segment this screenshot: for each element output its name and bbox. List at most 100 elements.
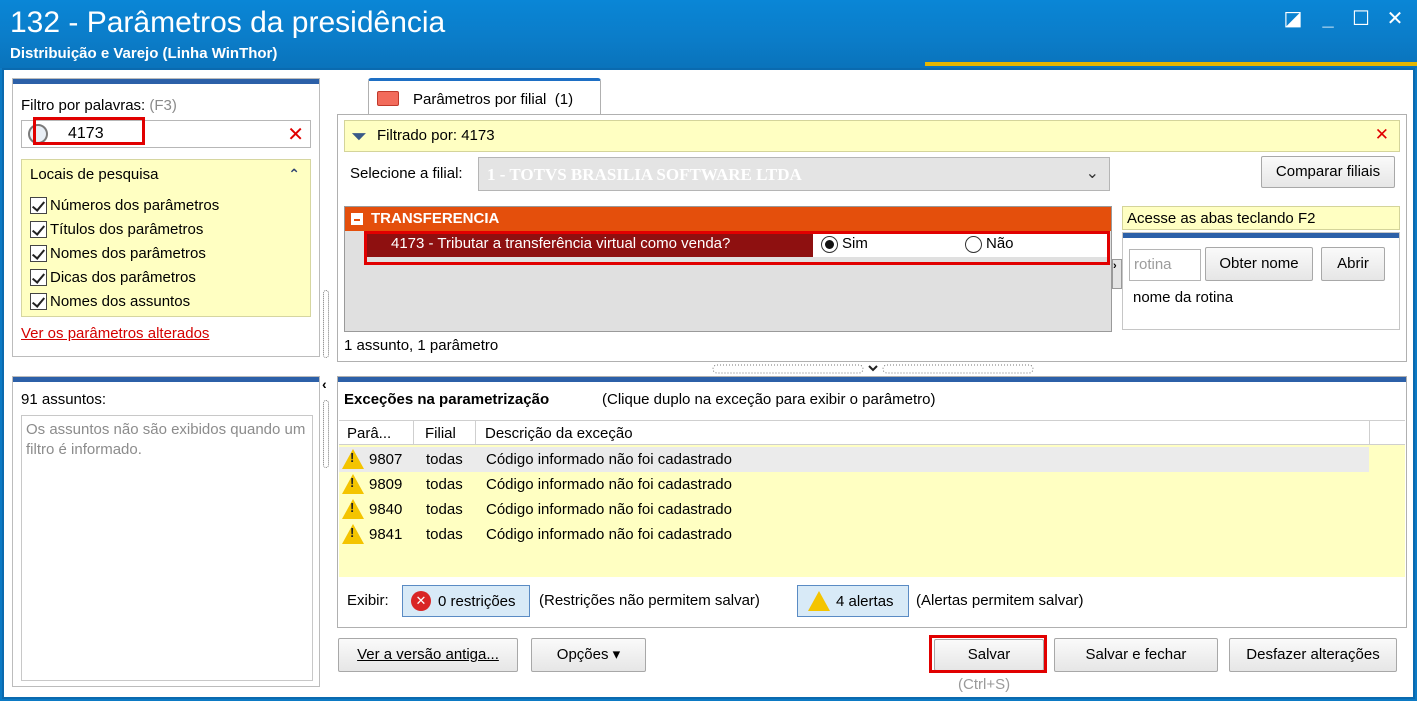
cell-description: Código informado não foi cadastrado [486,476,732,493]
panel-header-bar [13,79,319,84]
exceptions-table-header: Parâ... Filial Descrição da exceção [339,420,1405,445]
restore-icon[interactable]: ◪ [1278,6,1308,32]
clear-search-icon[interactable]: ✕ [287,122,304,147]
maximize-button[interactable]: ☐ [1346,6,1376,32]
column-separator [413,421,414,445]
cell-branch: todas [426,451,463,468]
open-button[interactable]: Abrir [1321,247,1385,281]
cell-description: Código informado não foi cadastrado [486,501,732,518]
params-count: 1 assunto, 1 parâmetro [344,337,499,354]
highlight-box-param [364,231,1110,265]
warning-mark: ! [350,525,355,540]
highlight-box-save [929,635,1047,673]
collapse-group-icon[interactable] [351,213,363,225]
checkbox-param-titles[interactable]: Títulos dos parâmetros [30,218,203,240]
save-close-button[interactable]: Salvar e fechar [1054,638,1218,672]
cell-param: 9809 [369,476,403,493]
warning-mark: ! [350,450,355,465]
search-locations-box: Locais de pesquisa ⌃ Números dos parâmet… [21,159,311,317]
cell-param: 9840 [369,501,403,518]
alerts-note: (Alertas permitem salvar) [916,592,1084,609]
checkbox-param-tips[interactable]: Dicas dos parâmetros [30,266,196,288]
column-separator [475,421,476,445]
params-panel: ⏷ Filtrado por: 4173 ✕ Selecione a filia… [337,114,1407,362]
splitter-grip[interactable] [323,290,329,358]
warning-mark: ! [350,500,355,515]
checkbox-icon[interactable] [30,292,47,310]
get-name-button[interactable]: Obter nome [1205,247,1313,281]
options-button[interactable]: Opções ▾ [531,638,646,672]
old-version-button[interactable]: Ver a versão antiga... [338,638,518,672]
panel-header-bar [1123,233,1399,238]
checkbox-icon[interactable] [30,268,47,286]
panel-header-bar [338,377,1406,382]
group-header[interactable]: TRANSFERENCIA [345,207,1111,231]
alerts-toggle[interactable]: 4 alertas [797,585,909,617]
column-param[interactable]: Parâ... [347,425,391,442]
horizontal-splitter[interactable] [712,363,1034,375]
cell-branch: todas [426,526,463,543]
filter-status-bar: ⏷ Filtrado por: 4173 ✕ [344,120,1400,152]
subjects-count: 91 assuntos: [21,391,107,408]
panel-header-bar [13,377,319,382]
subjects-list[interactable]: Os assuntos não são exibidos quando um f… [21,415,313,681]
undo-changes-button[interactable]: Desfazer alterações [1229,638,1397,672]
branch-select[interactable]: 1 - TOTVS BRASILIA SOFTWARE LTDA ⌄ [478,157,1110,191]
column-branch[interactable]: Filial [425,425,456,442]
checkbox-param-names[interactable]: Nomes dos parâmetros [30,242,206,264]
altered-params-link[interactable]: Ver os parâmetros alterados [21,325,209,342]
group-title: TRANSFERENCIA [371,210,500,227]
splitter-grip[interactable] [323,400,329,468]
cell-description: Código informado não foi cadastrado [486,451,732,468]
table-row[interactable]: ! 9807 todas Código informado não foi ca… [339,447,1369,472]
table-row[interactable]: ! 9840 todas Código informado não foi ca… [339,497,1369,522]
chevron-left-icon[interactable]: ‹ [322,376,327,392]
exceptions-table-body: ! 9807 todas Código informado não foi ca… [339,445,1405,577]
filter-shortcut: (F3) [149,97,177,114]
folder-icon [377,91,399,106]
subjects-info-text: Os assuntos não são exibidos quando um f… [26,421,306,458]
restrictions-label: 0 restrições [438,593,516,610]
warning-mark: ! [350,475,355,490]
chevron-right-icon[interactable]: › [1112,259,1122,289]
checkbox-icon[interactable] [30,220,47,238]
window-subtitle: Distribuição e Varejo (Linha WinThor) [10,45,278,62]
highlight-box-search [33,117,145,145]
table-row[interactable]: ! 9809 todas Código informado não foi ca… [339,472,1369,497]
chevron-down-icon[interactable]: ⌄ [1086,163,1099,183]
checkbox-icon[interactable] [30,196,47,214]
restrictions-note: (Restrições não permitem salvar) [539,592,760,609]
exceptions-title: Exceções na parametrização [344,391,550,408]
checkbox-icon[interactable] [30,244,47,262]
params-list: TRANSFERENCIA 4173 - Tributar a transfer… [344,206,1112,332]
cell-branch: todas [426,476,463,493]
subjects-panel: 91 assuntos: Os assuntos não são exibido… [12,376,320,687]
branch-select-label: Selecione a filial: [350,165,463,182]
compare-branches-button[interactable]: Comparar filiais [1261,156,1395,188]
filter-status-text: Filtrado por: 4173 [377,127,495,144]
checkbox-subject-names[interactable]: Nomes dos assuntos [30,290,190,312]
window-title: 132 - Parâmetros da presidência [10,6,446,39]
tab-label: Parâmetros por filial (1) [413,91,574,108]
accent-line [925,62,1417,66]
close-button[interactable]: ✕ [1380,6,1410,32]
alerts-label: 4 alertas [836,593,894,610]
restrictions-toggle[interactable]: ✕ 0 restrições [402,585,530,617]
hint-box: Acesse as abas teclando F2 [1122,206,1400,230]
tab-params-by-branch[interactable]: Parâmetros por filial (1) [368,78,601,115]
funnel-icon: ⏷ [351,126,367,148]
clear-filter-icon[interactable]: ✕ [1375,125,1389,145]
show-label: Exibir: [347,592,389,609]
exceptions-subtitle: (Clique duplo na exceção para exibir o p… [602,391,936,408]
search-locations-title: Locais de pesquisa [30,166,159,183]
column-description[interactable]: Descrição da exceção [485,425,633,442]
checkbox-param-numbers[interactable]: Números dos parâmetros [30,194,219,216]
collapse-chevron-icon[interactable]: ⌃ [288,166,300,183]
vertical-splitter[interactable]: ‹ [320,290,332,480]
error-icon: ✕ [411,591,431,611]
table-row[interactable]: ! 9841 todas Código informado não foi ca… [339,522,1369,547]
minimize-button[interactable]: _ [1313,6,1343,32]
cell-param: 9807 [369,451,403,468]
routine-input[interactable]: rotina [1129,249,1201,281]
warning-icon [808,591,830,611]
